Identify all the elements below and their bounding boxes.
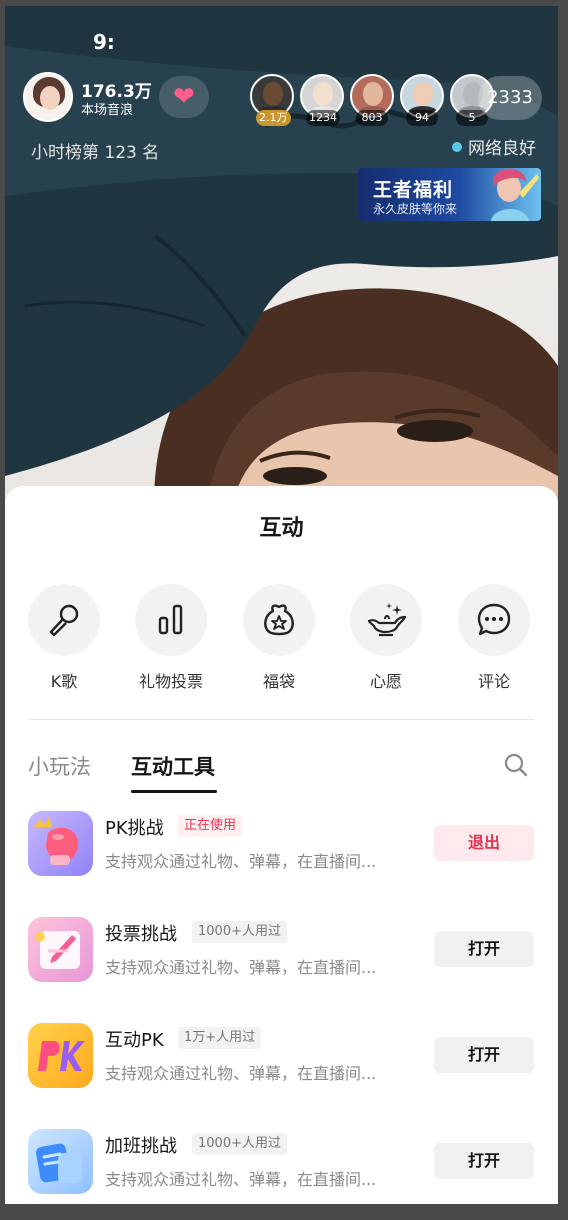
feature-comment[interactable]: 评论 bbox=[446, 584, 542, 692]
feature-wish[interactable]: 心愿 bbox=[338, 584, 434, 692]
bar-chart-icon bbox=[158, 604, 183, 635]
network-status-label: 网络良好 bbox=[468, 139, 536, 159]
overtime-challenge-app-icon bbox=[28, 1129, 93, 1194]
tool-status-badge: 正在使用 bbox=[178, 815, 243, 837]
feature-gift-vote[interactable]: 礼物投票 bbox=[123, 584, 219, 692]
feature-comment-label: 评论 bbox=[477, 672, 510, 691]
tool-name: 互动PK bbox=[105, 1030, 164, 1051]
promo-character-image bbox=[491, 168, 539, 221]
exit-button[interactable]: 退出 bbox=[434, 825, 534, 861]
tool-description: 支持观众通过礼物、弹幕，在直播间... bbox=[105, 958, 377, 977]
pk-challenge-app-icon bbox=[28, 811, 93, 876]
sheet-divider bbox=[28, 719, 534, 720]
promo-subtitle: 永久皮肤等你来 bbox=[373, 202, 458, 216]
interactive-pk-app-icon bbox=[28, 1023, 93, 1088]
feature-comment-icon-wrap bbox=[458, 584, 530, 656]
tool-description: 支持观众通过礼物、弹幕，在直播间... bbox=[105, 1170, 377, 1189]
viewer-gift-badge: 2.1万 bbox=[256, 110, 291, 126]
tool-row-overtime-challenge[interactable]: 加班挑战 1000+人用过 支持观众通过礼物、弹幕，在直播间... 打开 bbox=[28, 1129, 538, 1197]
search-icon bbox=[504, 753, 528, 777]
interaction-sheet: 互动 K歌 礼物投票 福袋 心愿 评论 小玩法 互动工具 PK挑战 正在使用 支… bbox=[5, 486, 558, 1204]
tool-usage-badge: 1万+人用过 bbox=[178, 1027, 262, 1049]
heart-icon: ❤ bbox=[173, 82, 195, 112]
network-status: 网络良好 bbox=[452, 134, 536, 159]
viewer-gift-badge: 94 bbox=[406, 110, 438, 126]
feature-lucky-bag-icon-wrap bbox=[243, 584, 315, 656]
promo-title: 王者福利 bbox=[373, 179, 454, 201]
promo-banner[interactable]: 王者福利 永久皮肤等你来 bbox=[358, 168, 541, 221]
tool-row-interactive-pk[interactable]: 互动PK 1万+人用过 支持观众通过礼物、弹幕，在直播间... 打开 bbox=[28, 1023, 538, 1091]
feature-lucky-bag-label: 福袋 bbox=[262, 672, 295, 691]
sheet-title: 互动 bbox=[259, 516, 304, 541]
feature-karaoke-icon-wrap bbox=[28, 584, 100, 656]
open-button[interactable]: 打开 bbox=[434, 931, 534, 967]
viewer-total-count[interactable]: 2333 bbox=[478, 76, 542, 120]
tool-name: 加班挑战 bbox=[105, 1136, 177, 1157]
tool-row-pk-challenge[interactable]: PK挑战 正在使用 支持观众通过礼物、弹幕，在直播间... 退出 bbox=[28, 811, 538, 879]
open-button[interactable]: 打开 bbox=[434, 1037, 534, 1073]
status-bar-time: 9: bbox=[93, 30, 115, 54]
tab-interaction-tools[interactable]: 互动工具 bbox=[131, 751, 215, 781]
tool-description: 支持观众通过礼物、弹幕，在直播间... bbox=[105, 1064, 377, 1083]
search-button[interactable] bbox=[503, 752, 529, 778]
tool-name: PK挑战 bbox=[105, 818, 164, 839]
feature-lucky-bag[interactable]: 福袋 bbox=[231, 584, 327, 692]
feature-wish-icon-wrap bbox=[350, 584, 422, 656]
host-avatar[interactable] bbox=[23, 72, 73, 122]
lucky-bag-icon bbox=[264, 604, 294, 636]
network-dot-icon bbox=[452, 142, 462, 152]
tool-description: 支持观众通过礼物、弹幕，在直播间... bbox=[105, 852, 377, 871]
tool-name: 投票挑战 bbox=[105, 924, 177, 945]
microphone-icon bbox=[49, 604, 79, 637]
follow-heart-button[interactable]: ❤ bbox=[159, 76, 209, 118]
magic-lamp-icon bbox=[367, 603, 407, 637]
tool-usage-badge: 1000+人用过 bbox=[192, 921, 287, 943]
vote-challenge-app-icon bbox=[28, 917, 93, 982]
live-room-screen: 9: 176.3万 本场音浪 ❤ 2.1万 1234 803 94 5 2333 小时榜… bbox=[5, 6, 558, 1204]
viewer-gift-badge: 1234 bbox=[306, 110, 340, 126]
viewer-gift-badge: 803 bbox=[356, 110, 388, 126]
tab-mini-games[interactable]: 小玩法 bbox=[28, 751, 91, 781]
feature-gift-vote-label: 礼物投票 bbox=[138, 672, 203, 691]
hourly-rank[interactable]: 小时榜第 123 名 bbox=[31, 138, 159, 163]
open-button[interactable]: 打开 bbox=[434, 1143, 534, 1179]
feature-wish-label: 心愿 bbox=[369, 672, 402, 691]
host-gift-label: 本场音浪 bbox=[81, 103, 134, 118]
feature-gift-vote-icon-wrap bbox=[135, 584, 207, 656]
tool-usage-badge: 1000+人用过 bbox=[192, 1133, 287, 1155]
feature-karaoke-label: K歌 bbox=[50, 672, 78, 691]
comment-icon bbox=[477, 603, 511, 636]
tool-row-vote-challenge[interactable]: 投票挑战 1000+人用过 支持观众通过礼物、弹幕，在直播间... 打开 bbox=[28, 917, 538, 985]
tab-active-indicator bbox=[131, 790, 217, 793]
feature-karaoke[interactable]: K歌 bbox=[16, 584, 112, 692]
